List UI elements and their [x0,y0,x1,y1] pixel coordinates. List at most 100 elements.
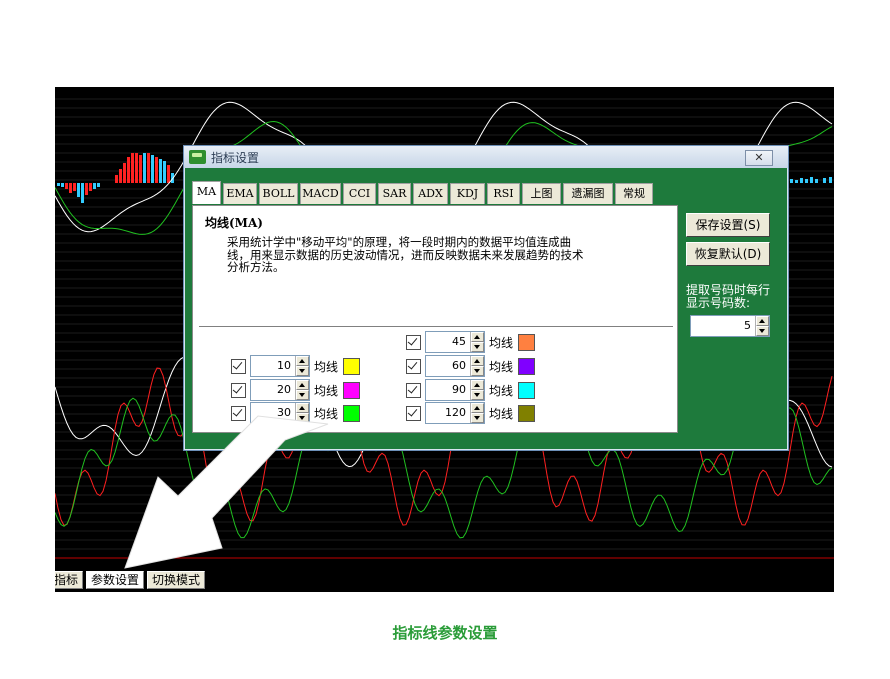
tab-general[interactable]: 常规 [615,183,653,204]
panel-description: 采用统计学中"移动平均"的原理，将一段时期内的数据平均值连成曲线，用来显示数据的… [227,235,584,274]
app-logo-icon [189,150,206,164]
histogram-bar [829,177,832,183]
ma-row-120: 120 均线 [406,402,536,424]
period-stepper[interactable]: 60 [425,355,485,377]
figure-caption: 指标线参数设置 [392,624,498,642]
checkbox-checked-icon[interactable] [231,405,246,421]
numbers-per-row-stepper[interactable]: 5 [690,315,770,337]
ma-label: 均线 [489,359,514,374]
numbers-per-row-value[interactable]: 5 [691,316,755,336]
period-value[interactable]: 30 [251,403,295,423]
ma-label: 均线 [314,359,339,374]
histogram-bar [159,159,162,183]
histogram-bar [815,179,818,183]
spin-up-icon[interactable] [296,380,309,390]
color-swatch[interactable] [518,404,536,422]
spin-down-icon[interactable] [296,366,309,376]
period-value[interactable]: 45 [426,332,470,352]
histogram-bar [69,183,72,193]
histogram-bar [135,153,138,183]
color-swatch[interactable] [343,381,361,399]
ma-row-10: 10 均线 [231,355,361,377]
panel-divider [199,326,673,327]
period-value[interactable]: 10 [251,356,295,376]
histogram-bar [89,183,92,191]
bottom-tab-switch-mode[interactable]: 切换模式 [147,571,206,589]
spin-down-icon[interactable] [471,390,484,400]
spin-up-icon[interactable] [296,403,309,413]
spin-down-icon[interactable] [471,366,484,376]
spin-down-icon[interactable] [756,326,769,336]
close-icon[interactable]: ✕ [745,150,773,166]
tab-cci[interactable]: CCI [343,183,376,204]
tab-kdj[interactable]: KDJ [450,183,485,204]
histogram-bar [800,178,803,183]
color-swatch[interactable] [343,404,361,422]
tab-boll[interactable]: BOLL [259,183,298,204]
color-swatch[interactable] [518,381,536,399]
color-swatch[interactable] [518,333,536,351]
spin-up-icon[interactable] [756,316,769,326]
histogram-bar [123,163,126,183]
histogram-bar [77,183,80,197]
histogram-bar [167,165,170,183]
histogram-bar [795,180,798,183]
checkbox-checked-icon[interactable] [406,358,421,374]
period-value[interactable]: 20 [251,380,295,400]
tab-adx[interactable]: ADX [413,183,448,204]
histogram-bar [115,175,118,183]
spin-up-icon[interactable] [471,356,484,366]
color-swatch[interactable] [343,357,361,375]
histogram-bar [127,157,130,183]
period-stepper[interactable]: 20 [250,379,310,401]
period-stepper[interactable]: 45 [425,331,485,353]
tab-macd[interactable]: MACD [300,183,341,204]
period-value[interactable]: 60 [426,356,470,376]
bottom-tab-indicator[interactable]: 指标 [55,571,84,589]
histogram-bar [73,183,76,191]
save-settings-button[interactable]: 保存设置(S) [686,213,770,237]
spin-up-icon[interactable] [471,332,484,342]
ma-row-30: 30 均线 [231,402,361,424]
histogram-bar [147,153,150,183]
spin-up-icon[interactable] [471,380,484,390]
histogram-bar [151,155,154,183]
indicator-settings-dialog: 指标设置 ✕ MA EMA BOLL MACD CCI SAR ADX KDJ … [183,145,789,451]
tab-missing-chart[interactable]: 遗漏图 [563,183,613,204]
dialog-titlebar[interactable]: 指标设置 ✕ [184,146,788,168]
checkbox-checked-icon[interactable] [406,405,421,421]
ma-row-45: 45 均线 [406,331,536,353]
spin-down-icon[interactable] [296,390,309,400]
tab-top-chart[interactable]: 上图 [522,183,561,204]
tab-ema[interactable]: EMA [223,183,257,204]
bottom-tab-params[interactable]: 参数设置 [86,571,145,589]
ma-label: 均线 [314,383,339,398]
spin-down-icon[interactable] [471,342,484,352]
ma-label: 均线 [489,335,514,350]
histogram-bar [85,183,88,195]
period-value[interactable]: 90 [426,380,470,400]
histogram-bar [163,161,166,183]
spin-up-icon[interactable] [471,403,484,413]
period-stepper[interactable]: 90 [425,379,485,401]
checkbox-checked-icon[interactable] [406,382,421,398]
checkbox-checked-icon[interactable] [406,334,421,350]
spin-up-icon[interactable] [296,356,309,366]
color-swatch[interactable] [518,357,536,375]
tab-ma[interactable]: MA [192,181,221,204]
tab-rsi[interactable]: RSI [487,183,520,204]
tab-sar[interactable]: SAR [378,183,411,204]
histogram-bar [143,153,146,183]
histogram-bar [139,155,142,183]
restore-defaults-button[interactable]: 恢复默认(D) [686,242,770,266]
checkbox-checked-icon[interactable] [231,358,246,374]
period-stepper[interactable]: 120 [425,402,485,424]
checkbox-checked-icon[interactable] [231,382,246,398]
bottom-tab-bar: 指标 参数设置 切换模式 [55,571,206,589]
period-value[interactable]: 120 [426,403,470,423]
spin-down-icon[interactable] [296,413,309,423]
histogram-bar [57,183,60,186]
period-stepper[interactable]: 10 [250,355,310,377]
period-stepper[interactable]: 30 [250,402,310,424]
spin-down-icon[interactable] [471,413,484,423]
